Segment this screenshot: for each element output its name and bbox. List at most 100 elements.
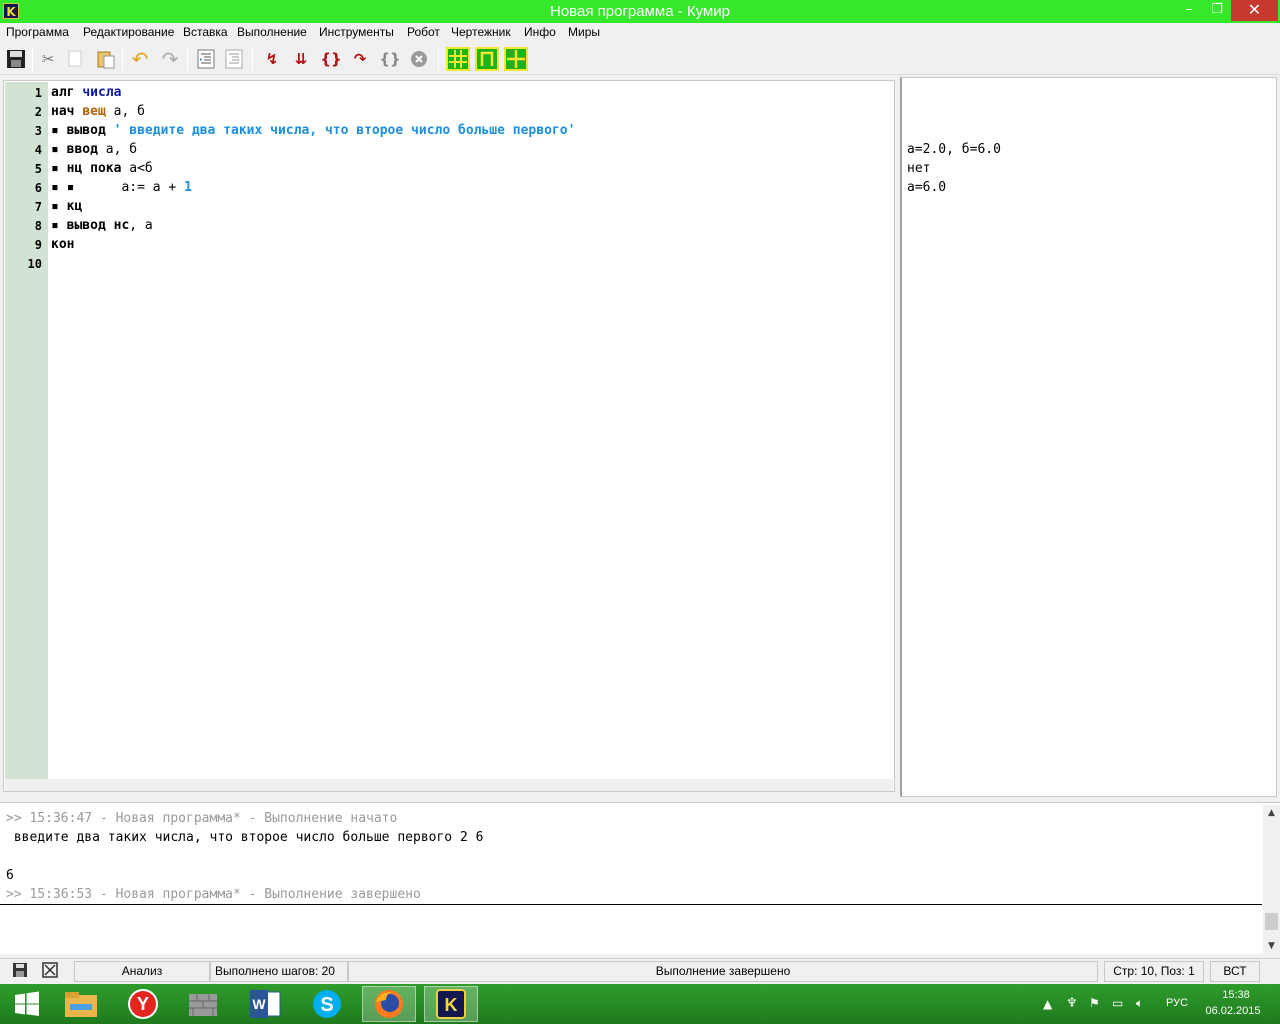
scroll-down-arrow-icon[interactable]: ▼	[1263, 938, 1280, 955]
menu-worlds[interactable]: Миры	[568, 25, 600, 39]
skype-icon[interactable]: S	[300, 986, 354, 1022]
indent-icon[interactable]	[194, 47, 218, 71]
analysis-status: Анализ	[74, 961, 210, 982]
code-line[interactable]: ▪ кц	[51, 199, 82, 214]
yandex-browser-icon[interactable]: Y	[116, 986, 170, 1022]
code-editor[interactable]: 1 2 3 4 5 6 7 8 9 10 алг числа нач вещ а,…	[3, 80, 895, 792]
flag-tray-icon[interactable]: ⚑	[1089, 996, 1100, 1010]
code-token: вещ	[82, 104, 106, 119]
status-bar: Анализ Выполнено шагов: 20 Выполнение за…	[0, 958, 1280, 982]
volume-tray-icon[interactable]: 🔈︎	[1136, 996, 1143, 1011]
menu-run[interactable]: Выполнение	[237, 25, 307, 39]
draftsman-icon[interactable]	[475, 47, 499, 71]
cut-icon[interactable]: ✂	[36, 47, 60, 71]
line-number: 2	[34, 105, 42, 119]
save-console-icon[interactable]	[10, 962, 30, 980]
line-number: 10	[27, 257, 42, 271]
window-title: Новая программа - Кумир	[550, 3, 730, 20]
step-over-icon[interactable]: ↷	[348, 47, 372, 71]
kumir-taskbar-icon[interactable]: K	[424, 986, 478, 1022]
console-output-line: 6	[6, 868, 14, 883]
close-button[interactable]: ✕	[1231, 0, 1278, 21]
execution-status: Выполнение завершено	[348, 961, 1098, 982]
code-line[interactable]: ▪ ▪ а:= а + 1	[51, 180, 192, 195]
steps-counter: Выполнено шагов: 20	[210, 961, 348, 982]
maximize-button[interactable]: ❐	[1203, 0, 1231, 21]
scroll-thumb[interactable]	[1265, 913, 1278, 930]
menu-program[interactable]: Программа	[6, 25, 69, 39]
grid-world-icon[interactable]	[504, 47, 528, 71]
code-token: а<б	[121, 161, 153, 176]
word-icon[interactable]: W	[238, 986, 292, 1022]
network-tray-icon[interactable]: ♆	[1066, 996, 1078, 1011]
clock-time[interactable]: 15:38	[1216, 989, 1256, 1001]
stop-icon[interactable]	[407, 47, 431, 71]
menu-insert[interactable]: Вставка	[183, 25, 228, 39]
code-token: ▪	[51, 142, 67, 157]
paste-icon[interactable]	[94, 47, 118, 71]
code-token: ▪	[51, 218, 67, 233]
code-token: ▪	[51, 161, 67, 176]
minimize-button[interactable]: –	[1175, 0, 1203, 21]
code-token: ▪	[51, 199, 67, 214]
scroll-up-arrow-icon[interactable]: ▲	[1263, 805, 1280, 822]
line-number: 3	[34, 124, 42, 138]
code-line[interactable]: ▪ ввод а, б	[51, 142, 137, 157]
robot-world-icon[interactable]	[446, 47, 470, 71]
firefox-icon[interactable]	[362, 986, 416, 1022]
run-icon[interactable]: ↯	[260, 47, 284, 71]
windows-start-icon[interactable]	[0, 986, 54, 1022]
line-number: 4	[34, 143, 42, 157]
line-number: 9	[34, 238, 42, 252]
menu-info[interactable]: Инфо	[524, 25, 556, 39]
svg-text:Y: Y	[137, 994, 149, 1014]
clear-console-icon[interactable]	[40, 962, 60, 980]
toolbar: ✂ ↶ ↷ ↯ ⇊ {} ↷ {}	[0, 43, 1280, 75]
language-indicator[interactable]: РУС	[1166, 997, 1188, 1009]
monitor-tray-icon[interactable]: ▭	[1112, 996, 1123, 1010]
redo-icon[interactable]: ↷	[158, 47, 182, 71]
code-line[interactable]: ▪ нц пока а<б	[51, 161, 153, 176]
copy-icon[interactable]	[64, 47, 88, 71]
console-input-divider	[0, 904, 1262, 905]
taskbar: Y W S K ▲ ♆ ⚑ ▭ 🔈︎ РУС 15:38 06.02.2015	[0, 984, 1280, 1024]
run-step-icon[interactable]: ⇊	[289, 47, 313, 71]
console-start-line: >> 15:36:47 - Новая программа* - Выполне…	[6, 811, 398, 826]
title-bar: K Новая программа - Кумир – ❐ ✕	[0, 0, 1280, 23]
code-line[interactable]: кон	[51, 237, 74, 252]
menu-draftsman[interactable]: Чертежник	[451, 25, 511, 39]
menu-robot[interactable]: Робот	[407, 25, 440, 39]
values-line: нет	[907, 161, 931, 176]
step-out-icon[interactable]: {}	[378, 47, 402, 71]
code-line[interactable]: ▪ вывод нс, а	[51, 218, 153, 233]
undo-icon[interactable]: ↶	[128, 47, 152, 71]
code-token: а:= а +	[121, 180, 185, 195]
code-line[interactable]: ▪ вывод ' введите два таких числа, что в…	[51, 123, 575, 138]
console-vertical-scrollbar[interactable]: ▲ ▼	[1263, 805, 1280, 955]
line-number: 8	[34, 219, 42, 233]
values-line: а=2.0, б=6.0	[907, 142, 1001, 157]
line-number: 7	[34, 200, 42, 214]
toolbar-separator	[438, 47, 439, 71]
code-token: нач	[51, 104, 83, 119]
toolbar-separator	[252, 47, 253, 71]
code-token: ▪	[51, 123, 67, 138]
tray-expand-icon[interactable]: ▲	[1043, 997, 1052, 1011]
toolbar-separator	[32, 47, 33, 71]
code-token: , а	[129, 218, 153, 233]
file-explorer-icon[interactable]	[54, 986, 108, 1022]
code-token: а, б	[97, 142, 138, 157]
step-into-icon[interactable]: {}	[319, 47, 343, 71]
save-icon[interactable]	[4, 47, 28, 71]
unindent-icon[interactable]	[222, 47, 246, 71]
svg-text:K: K	[445, 995, 458, 1015]
line-number: 5	[34, 162, 42, 176]
code-line[interactable]: алг числа	[51, 85, 121, 100]
menu-edit[interactable]: Редактирование	[83, 25, 174, 39]
editor-horizontal-scrollbar[interactable]	[5, 779, 893, 791]
wall-app-icon[interactable]	[176, 986, 230, 1022]
menu-tools[interactable]: Инструменты	[319, 25, 394, 39]
code-line[interactable]: нач вещ а, б	[51, 104, 145, 119]
output-console[interactable]: >> 15:36:47 - Новая программа* - Выполне…	[0, 802, 1280, 955]
clock-date[interactable]: 06.02.2015	[1203, 1005, 1263, 1017]
